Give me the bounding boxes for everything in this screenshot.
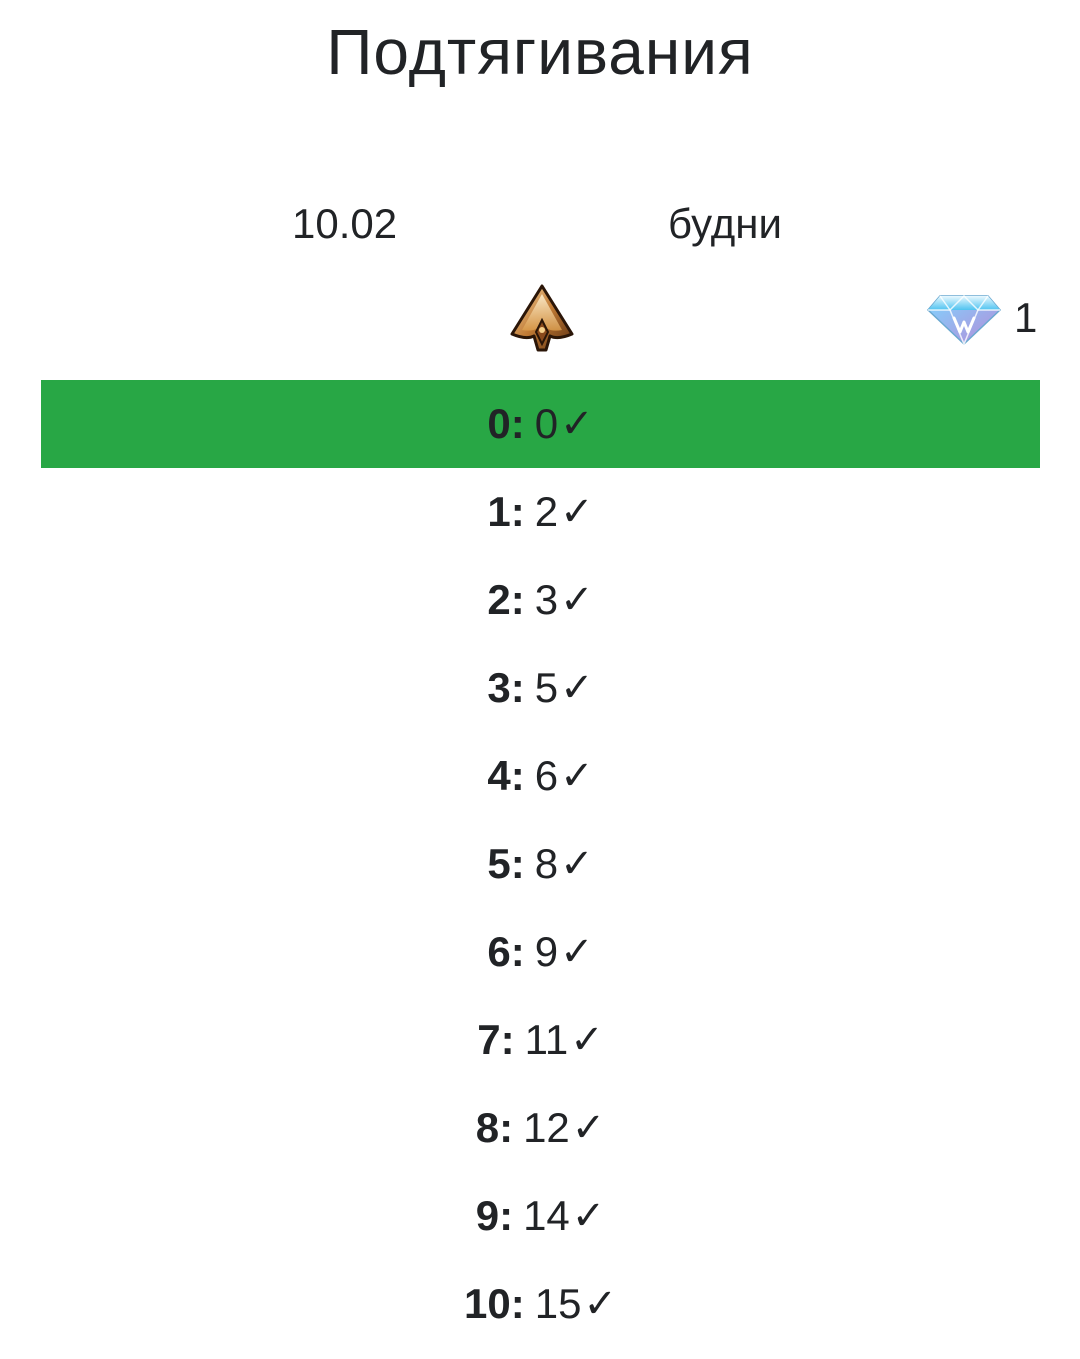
set-index: 7 <box>477 1016 501 1063</box>
gem-count: 1 <box>1014 294 1038 341</box>
set-index: 5 <box>487 840 511 887</box>
set-row[interactable]: 0:0 ✓ <box>41 380 1040 468</box>
check-icon: ✓ <box>583 1281 617 1327</box>
set-reps: 12 <box>523 1104 570 1151</box>
info-row: 10.02 будни <box>0 196 1080 252</box>
set-row[interactable]: 3:5 ✓ <box>41 644 1040 732</box>
set-reps: 14 <box>523 1192 570 1239</box>
set-index: 1 <box>487 488 511 535</box>
set-index: 0 <box>487 400 511 447</box>
set-index: 6 <box>487 928 511 975</box>
set-reps: 6 <box>534 752 559 799</box>
check-icon: ✓ <box>560 841 594 887</box>
check-icon: ✓ <box>560 929 594 975</box>
set-separator: : <box>510 488 525 535</box>
set-reps: 8 <box>534 840 559 887</box>
set-separator: : <box>510 576 525 623</box>
set-reps: 9 <box>534 928 559 975</box>
set-separator: : <box>510 400 525 447</box>
check-icon: ✓ <box>560 577 594 623</box>
set-reps: 5 <box>534 664 559 711</box>
set-separator: : <box>499 1104 514 1151</box>
set-row[interactable]: 8:12 ✓ <box>41 1084 1040 1172</box>
set-separator: : <box>500 1016 515 1063</box>
sets-list: 0:0 ✓ 1:2 ✓ 2:3 ✓ 3:5 ✓ 4:6 ✓ 5:8 ✓ 6:9 ✓ 7:11 ✓ 8:12 ✓ 9:… <box>41 380 1040 1348</box>
set-row[interactable]: 9:14 ✓ <box>41 1172 1040 1260</box>
day-type-label: будни <box>668 200 782 247</box>
rank-emblem-icon[interactable] <box>506 282 578 354</box>
set-index: 3 <box>487 664 511 711</box>
set-reps: 0 <box>534 400 559 447</box>
set-separator: : <box>499 1192 514 1239</box>
set-index: 9 <box>475 1192 500 1239</box>
set-reps: 11 <box>524 1016 569 1063</box>
set-separator: : <box>510 752 525 799</box>
page-title: Подтягивания <box>326 16 754 88</box>
date-label: 10.02 <box>292 200 398 247</box>
icon-row: 1 <box>0 278 1080 354</box>
set-index: 10 <box>464 1280 511 1327</box>
set-reps: 15 <box>534 1280 582 1327</box>
check-icon: ✓ <box>560 401 594 447</box>
set-row[interactable]: 4:6 ✓ <box>41 732 1040 820</box>
check-icon: ✓ <box>560 665 594 711</box>
set-row[interactable]: 5:8 ✓ <box>41 820 1040 908</box>
diamond-icon <box>924 292 1004 348</box>
set-reps: 2 <box>534 488 559 535</box>
workout-page: Подтягивания 10.02 будни 1 0: 0 ✓ 1: 2… <box>0 0 1080 1359</box>
set-row[interactable]: 10:15 ✓ <box>41 1260 1040 1348</box>
check-icon: ✓ <box>570 1017 604 1063</box>
set-separator: : <box>510 840 525 887</box>
set-separator: : <box>510 664 525 711</box>
set-index: 4 <box>487 752 511 799</box>
set-separator: : <box>510 1280 525 1327</box>
set-row[interactable]: 1:2 ✓ <box>41 468 1040 556</box>
check-icon: ✓ <box>571 1193 606 1239</box>
check-icon: ✓ <box>560 489 594 535</box>
set-separator: : <box>510 928 525 975</box>
check-icon: ✓ <box>560 753 594 799</box>
set-row[interactable]: 2:3 ✓ <box>41 556 1040 644</box>
set-row[interactable]: 7:11 ✓ <box>41 996 1040 1084</box>
set-index: 2 <box>487 576 511 623</box>
set-index: 8 <box>475 1104 500 1151</box>
set-reps: 3 <box>534 576 559 623</box>
check-icon: ✓ <box>571 1105 606 1151</box>
set-row[interactable]: 6:9 ✓ <box>41 908 1040 996</box>
